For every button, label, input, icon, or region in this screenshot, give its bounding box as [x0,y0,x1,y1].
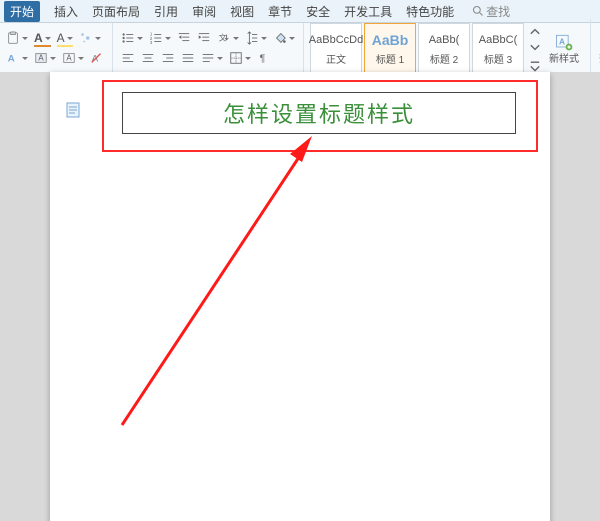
svg-text:A: A [66,54,72,63]
font-group: A A A A A A [0,23,113,73]
align-right-icon [161,51,175,65]
menu-tab-security[interactable]: 安全 [306,3,330,20]
svg-text:A: A [8,54,15,65]
style-gallery: AaBbCcDd 正文 AaBb 标题 1 AaBb( 标题 2 AaBbC( … [304,19,591,77]
style-preview: AaBbCcDd [309,31,363,49]
style-preview: AaBb( [429,31,460,49]
bullets-button[interactable] [121,30,143,46]
search-label: 查找 [486,3,510,20]
char-border-button[interactable]: A [62,50,84,66]
style-scroll-up[interactable] [528,23,542,39]
sparkle-icon [79,31,93,45]
menu-tab-chapter[interactable]: 章节 [268,3,292,20]
svg-text:文: 文 [219,33,227,43]
page[interactable]: 怎样设置标题样式 [50,72,550,521]
borders-icon [229,51,243,65]
new-style-label: 新样式 [549,54,579,65]
menu-tab-view[interactable]: 视图 [230,3,254,20]
style-item-heading2[interactable]: AaBb( 标题 2 [418,23,470,73]
search-icon [472,5,484,17]
menu-tab-start[interactable]: 开始 [4,1,40,22]
paragraph-group: 123 文 ¶ [113,23,304,73]
annotation-arrow [112,130,322,430]
style-expand[interactable] [528,57,542,73]
paste-button[interactable] [6,30,28,46]
document-workspace: 怎样设置标题样式 [0,72,600,521]
svg-text:¶: ¶ [260,53,266,65]
style-preview: AaBbC( [479,31,518,49]
numbering-button[interactable]: 123 [149,30,171,46]
style-item-heading1[interactable]: AaBb 标题 1 [364,23,416,73]
style-scroll-down[interactable] [528,40,542,56]
expand-icon [528,58,542,72]
new-style-icon: A [554,32,574,52]
tools-group: 查找替换 文档助手 文字工具 [591,23,600,73]
menu-tab-insert[interactable]: 插入 [54,3,78,20]
style-name: 标题 1 [376,51,404,66]
align-center-icon [141,51,155,65]
decrease-indent-button[interactable] [177,30,191,46]
numbering-icon: 123 [149,31,163,45]
bullets-icon [121,31,135,45]
chevron-down-icon [528,41,542,55]
char-shading-button[interactable]: A [34,50,56,66]
indent-icon [197,31,211,45]
chevron-up-icon [528,24,542,38]
style-item-normal[interactable]: AaBbCcDd 正文 [310,23,362,73]
highlight-button[interactable]: A [57,30,73,46]
text-dir-icon: 文 [217,31,231,45]
eraser-icon: A [90,51,104,65]
paragraph-shading-button[interactable] [273,30,295,46]
pilcrow-icon: ¶ [257,51,271,65]
style-name: 标题 3 [484,51,512,66]
char-border-icon: A [62,51,76,65]
font-color-button[interactable]: A [34,30,51,46]
text-effect-button[interactable]: A [6,50,28,66]
distribute-button[interactable] [201,50,223,66]
svg-text:3: 3 [150,40,153,45]
align-justify-icon [181,51,195,65]
borders-button[interactable] [229,50,251,66]
shading-icon: A [34,51,48,65]
outdent-icon [177,31,191,45]
text-direction-button[interactable]: 文 [217,30,239,46]
search-button[interactable]: 查找 [472,3,510,20]
clipboard-icon [6,31,20,45]
show-marks-button[interactable]: ¶ [257,50,271,66]
document-title-text: 怎样设置标题样式 [223,97,415,129]
document-title-box[interactable]: 怎样设置标题样式 [122,92,516,134]
menu-tab-references[interactable]: 引用 [154,3,178,20]
menu-tab-review[interactable]: 审阅 [192,3,216,20]
line-spacing-icon [245,31,259,45]
page-margin-icon [66,102,80,118]
line-spacing-button[interactable] [245,30,267,46]
svg-text:A: A [559,36,565,46]
menu-tab-special[interactable]: 特色功能 [406,3,454,20]
align-center-button[interactable] [141,50,155,66]
font-effects-button[interactable] [79,30,101,46]
align-left-icon [121,51,135,65]
menu-tab-devtools[interactable]: 开发工具 [344,3,392,20]
ribbon: A A A A A A 123 文 [0,23,600,74]
menu-tab-layout[interactable]: 页面布局 [92,3,140,20]
style-name: 正文 [326,51,346,66]
align-left-button[interactable] [121,50,135,66]
style-name: 标题 2 [430,51,458,66]
clear-format-button[interactable]: A [90,50,104,66]
increase-indent-button[interactable] [197,30,211,46]
bucket-icon [273,31,287,45]
align-justify-button[interactable] [181,50,195,66]
align-right-button[interactable] [161,50,175,66]
new-style-button[interactable]: A 新样式 [544,23,584,73]
style-item-heading3[interactable]: AaBbC( 标题 3 [472,23,524,73]
style-preview: AaBb [372,31,409,49]
distribute-icon [201,51,215,65]
text-effect-icon: A [6,51,20,65]
svg-text:A: A [38,54,44,63]
